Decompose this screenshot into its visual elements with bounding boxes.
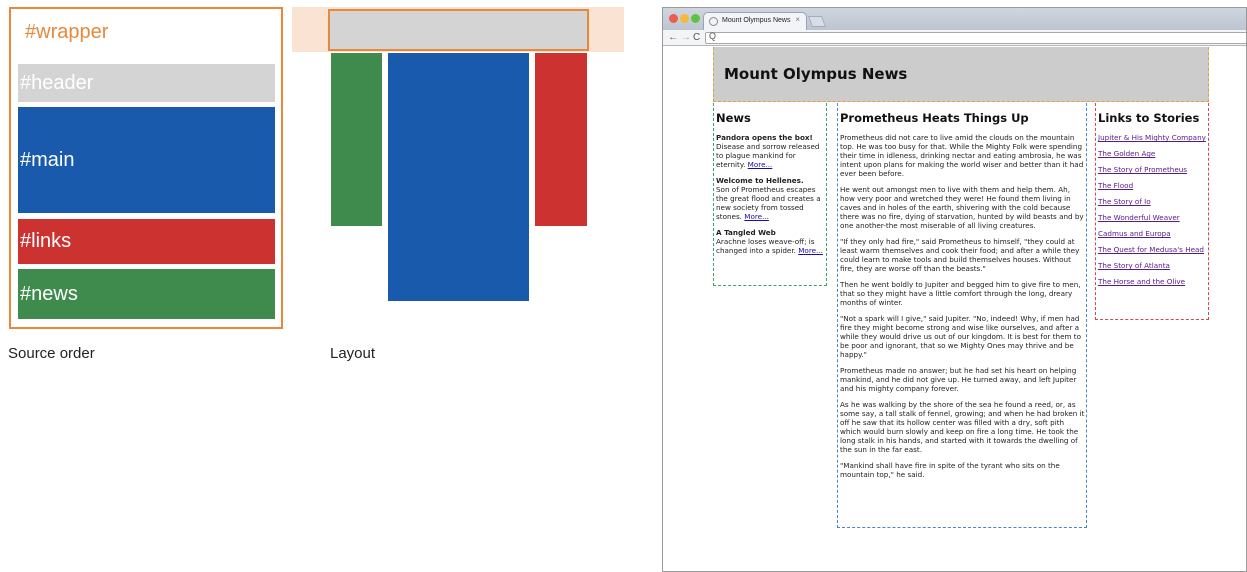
story-link[interactable]: The Story of Prometheus	[1098, 165, 1207, 174]
reload-icon[interactable]: C	[693, 31, 700, 45]
source-links-box: #links	[18, 219, 275, 264]
main-paragraph: "If they only had fire," said Prometheus…	[840, 237, 1080, 273]
main-column: Prometheus Heats Things Up Prometheus di…	[837, 103, 1087, 528]
main-paragraph: As he was walking by the shore of the se…	[840, 400, 1085, 454]
links-column: Links to Stories Jupiter & His Mighty Co…	[1095, 103, 1209, 320]
source-main-box: #main	[18, 107, 275, 213]
new-tab-button[interactable]	[807, 16, 827, 27]
browser-window: Mount Olympus News × ← → C Q Mount Olymp…	[662, 7, 1247, 572]
tab-bar: Mount Olympus News ×	[663, 8, 1246, 30]
news-item: Welcome to Hellenes. Son of Prometheus e…	[716, 176, 825, 221]
more-link[interactable]: More...	[798, 246, 823, 255]
main-paragraph: Prometheus made no answer; but he had se…	[840, 366, 1077, 393]
news-item-title: Pandora opens the box!	[716, 133, 813, 142]
layout-links-column	[535, 53, 587, 226]
story-link[interactable]: The Quest for Medusa's Head	[1098, 245, 1207, 254]
tab-close-icon[interactable]: ×	[795, 15, 800, 24]
main-paragraph: "Mankind shall have fire in spite of the…	[840, 461, 1060, 479]
news-item: Pandora opens the box! Disease and sorro…	[716, 133, 825, 169]
story-link[interactable]: The Golden Age	[1098, 149, 1207, 158]
news-heading: News	[716, 111, 751, 125]
source-header-box: #header	[18, 64, 275, 102]
main-paragraph: Prometheus did not care to live amid the…	[840, 133, 1084, 178]
web-page: Mount Olympus News News Pandora opens th…	[663, 47, 1246, 571]
address-bar[interactable]: Q	[705, 31, 1246, 44]
main-paragraph: Then he went boldly to Jupiter and begge…	[840, 280, 1081, 307]
page-title: Mount Olympus News	[724, 65, 908, 83]
page-favicon-icon	[709, 17, 718, 26]
page-header: Mount Olympus News	[713, 47, 1209, 102]
layout-header-box	[328, 9, 589, 51]
news-item-title: A Tangled Web	[716, 228, 776, 237]
source-order-caption: Source order	[8, 345, 95, 362]
main-box-label: #main	[20, 148, 75, 171]
more-link[interactable]: More...	[748, 160, 773, 169]
news-item-title: Welcome to Hellenes.	[716, 176, 804, 185]
layout-caption: Layout	[330, 345, 376, 362]
layout-main-column	[388, 53, 529, 301]
story-link[interactable]: Cadmus and Europa	[1098, 229, 1207, 238]
main-paragraph: He went out amongst men to live with the…	[840, 185, 1084, 230]
browser-toolbar: ← → C Q	[663, 30, 1246, 46]
source-wrapper-box: #wrapper #header #main #links #news	[9, 7, 283, 329]
back-arrow-icon[interactable]: ←	[668, 31, 678, 45]
wrapper-label: #wrapper	[25, 21, 109, 43]
story-link[interactable]: The Flood	[1098, 181, 1207, 190]
story-link[interactable]: The Story of Io	[1098, 197, 1207, 206]
tab-title: Mount Olympus News	[722, 17, 791, 24]
layout-news-column	[331, 53, 382, 226]
main-heading: Prometheus Heats Things Up	[840, 111, 1029, 125]
close-window-icon[interactable]	[669, 14, 678, 23]
links-heading: Links to Stories	[1098, 111, 1200, 125]
main-paragraph: "Not a spark will I give," said Jupiter.…	[840, 314, 1082, 359]
news-item: A Tangled Web Arachne loses weave-off; i…	[716, 228, 825, 255]
news-column: News Pandora opens the box! Disease and …	[713, 103, 827, 286]
source-news-box: #news	[18, 269, 275, 319]
links-box-label: #links	[20, 230, 72, 252]
browser-tab[interactable]: Mount Olympus News ×	[703, 12, 807, 30]
search-icon: Q	[709, 31, 717, 41]
story-link[interactable]: The Horse and the Olive	[1098, 277, 1207, 286]
story-link[interactable]: The Story of Atlanta	[1098, 261, 1207, 270]
zoom-window-icon[interactable]	[691, 14, 700, 23]
news-box-label: #news	[20, 282, 78, 305]
story-link[interactable]: The Wonderful Weaver	[1098, 213, 1207, 222]
forward-arrow-icon[interactable]: →	[681, 31, 691, 45]
more-link[interactable]: More...	[744, 212, 769, 221]
header-box-label: #header	[20, 71, 94, 94]
story-link[interactable]: Jupiter & His Mighty Company	[1098, 133, 1207, 142]
minimize-window-icon[interactable]	[680, 14, 689, 23]
